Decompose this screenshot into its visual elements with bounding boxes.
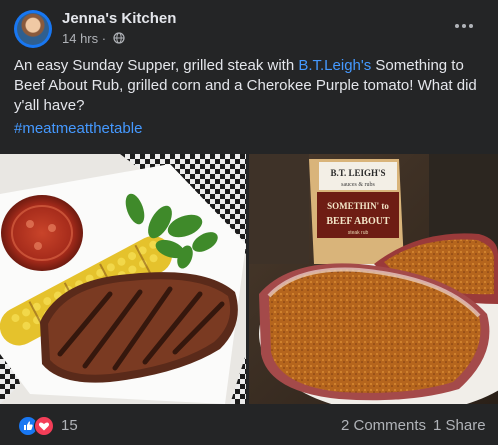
love-reaction-icon	[38, 422, 50, 431]
post-header: Jenna's Kitchen 14 hrs ·	[0, 0, 498, 56]
page-name-link[interactable]: Jenna's Kitchen	[62, 10, 176, 27]
post-text-line-1: An easy Sunday Supper, grilled steak wit…	[14, 56, 484, 76]
post-text-line-3: y'all have?	[14, 97, 85, 114]
post-text-line-2: Beef About Rub, grilled corn and a Chero…	[14, 77, 477, 94]
photo-seasoned-steaks[interactable]: B.T. LEIGH'S sauces & rubs SOMETHIN' to …	[249, 154, 498, 404]
avatar-photo	[17, 13, 49, 45]
globe-icon	[113, 32, 125, 44]
post-footer: 15 2 Comments 1 Share	[0, 404, 498, 445]
product-name-line-2: BEEF ABOUT	[326, 216, 390, 227]
shares-count-link[interactable]: 1 Share	[433, 417, 486, 434]
text-line1-pre: An easy Sunday Supper, grilled steak wit…	[14, 57, 299, 74]
product-brand-text: B.T. LEIGH'S	[330, 168, 385, 178]
photo-grilled-steak[interactable]	[0, 154, 246, 404]
mention-link[interactable]: B.T.Leigh's	[298, 57, 371, 74]
more-options-button[interactable]	[450, 14, 478, 38]
reaction-count[interactable]: 15	[61, 417, 78, 434]
product-small-text: steak rub	[348, 230, 369, 236]
text-line1-post: Something to	[371, 57, 464, 74]
product-name-line-1: SOMETHIN' to	[327, 201, 389, 211]
hashtag-link[interactable]: #meatmeatthetable	[14, 120, 142, 137]
more-options-icon	[455, 24, 473, 28]
post-time-text[interactable]: 14 hrs	[62, 31, 98, 46]
product-tagline-text: sauces & rubs	[341, 182, 375, 188]
time-separator: ·	[98, 31, 110, 46]
grilled-steak-image	[0, 154, 246, 404]
comments-count-link[interactable]: 2 Comments	[341, 417, 426, 434]
page-avatar[interactable]	[14, 10, 52, 48]
love-reaction-badge[interactable]	[34, 416, 54, 436]
post-body-text: An easy Sunday Supper, grilled steak wit…	[14, 56, 484, 116]
seasoned-steaks-image: B.T. LEIGH'S sauces & rubs SOMETHIN' to …	[249, 154, 498, 404]
post-timestamp[interactable]: 14 hrs ·	[62, 31, 125, 46]
